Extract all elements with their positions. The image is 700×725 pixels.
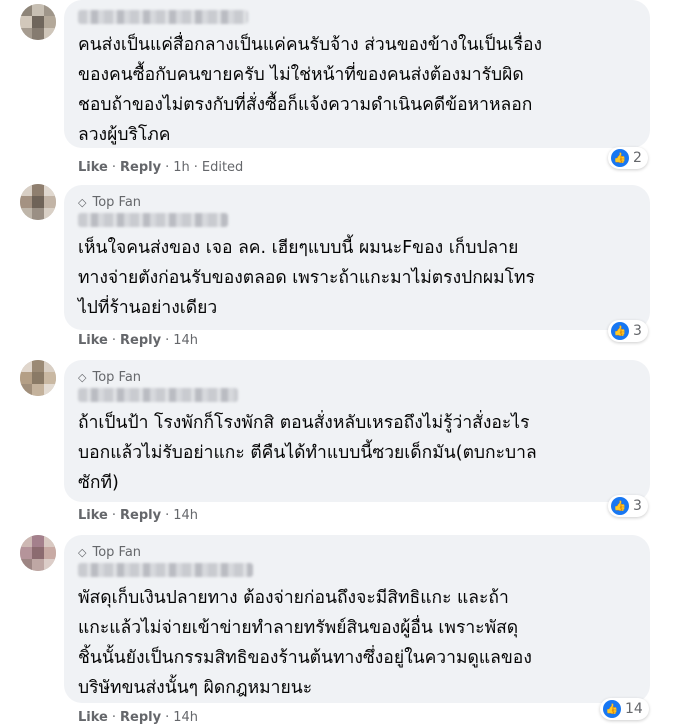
- reply-link[interactable]: Reply: [120, 333, 161, 348]
- like-link[interactable]: Like: [78, 710, 108, 725]
- diamond-icon: ◇: [78, 545, 87, 559]
- avatar[interactable]: [20, 535, 56, 571]
- timestamp[interactable]: 1h: [173, 160, 190, 175]
- commenter-name-redacted[interactable]: [78, 10, 248, 24]
- thumbs-up-icon: 👍: [603, 700, 621, 718]
- top-fan-badge: ◇ Top Fan: [78, 369, 142, 385]
- avatar[interactable]: [20, 360, 56, 396]
- reaction-count[interactable]: 👍 14: [600, 698, 649, 720]
- reply-link[interactable]: Reply: [120, 710, 161, 725]
- timestamp[interactable]: 14h: [173, 333, 198, 348]
- like-link[interactable]: Like: [78, 333, 108, 348]
- reply-link[interactable]: Reply: [120, 160, 161, 175]
- reaction-count[interactable]: 👍 3: [608, 495, 648, 517]
- edited-label: Edited: [201, 160, 244, 175]
- comment-actions: Like · Reply · 1h · Edited: [78, 160, 244, 175]
- reaction-count[interactable]: 👍 2: [608, 147, 648, 169]
- commenter-name-redacted[interactable]: [78, 213, 228, 227]
- comment-bubble: คนส่งเป็นแค่สื่อกลางเป็นแค่คนรับจ้าง ส่ว…: [64, 0, 650, 148]
- avatar[interactable]: [20, 184, 56, 220]
- comment-text: เห็นใจคนส่งของ เจอ ลค. เฮียๆแบบนี้ ผมนะF…: [78, 238, 535, 318]
- thumbs-up-icon: 👍: [611, 322, 629, 340]
- like-link[interactable]: Like: [78, 160, 108, 175]
- like-link[interactable]: Like: [78, 508, 108, 523]
- reply-link[interactable]: Reply: [120, 508, 161, 523]
- comment-actions: Like · Reply · 14h: [78, 710, 198, 725]
- timestamp[interactable]: 14h: [173, 508, 198, 523]
- comment-bubble: ◇ Top Fan เห็นใจคนส่งของ เจอ ลค. เฮียๆแบ…: [64, 185, 650, 330]
- commenter-name-redacted[interactable]: [78, 388, 238, 402]
- avatar[interactable]: [20, 4, 56, 40]
- timestamp[interactable]: 14h: [173, 710, 198, 725]
- thumbs-up-icon: 👍: [611, 497, 629, 515]
- comment-text: ถ้าเป็นป้า โรงพักก็โรงพักสิ ตอนสั่งหลับเ…: [78, 413, 537, 493]
- comment-text: พัสดุเก็บเงินปลายทาง ต้องจ่ายก่อนถึงจะมี…: [78, 588, 532, 698]
- comment-bubble: ◇ Top Fan ถ้าเป็นป้า โรงพักก็โรงพักสิ ตอ…: [64, 360, 650, 502]
- comment-bubble: ◇ Top Fan พัสดุเก็บเงินปลายทาง ต้องจ่ายก…: [64, 535, 650, 703]
- comment-actions: Like · Reply · 14h: [78, 333, 198, 348]
- comment-text: คนส่งเป็นแค่สื่อกลางเป็นแค่คนรับจ้าง ส่ว…: [78, 35, 543, 145]
- diamond-icon: ◇: [78, 195, 87, 209]
- diamond-icon: ◇: [78, 370, 87, 384]
- top-fan-badge: ◇ Top Fan: [78, 544, 142, 560]
- comment-actions: Like · Reply · 14h: [78, 508, 198, 523]
- top-fan-badge: ◇ Top Fan: [78, 194, 142, 210]
- thumbs-up-icon: 👍: [611, 149, 629, 167]
- commenter-name-redacted[interactable]: [78, 563, 253, 577]
- reaction-count[interactable]: 👍 3: [608, 320, 648, 342]
